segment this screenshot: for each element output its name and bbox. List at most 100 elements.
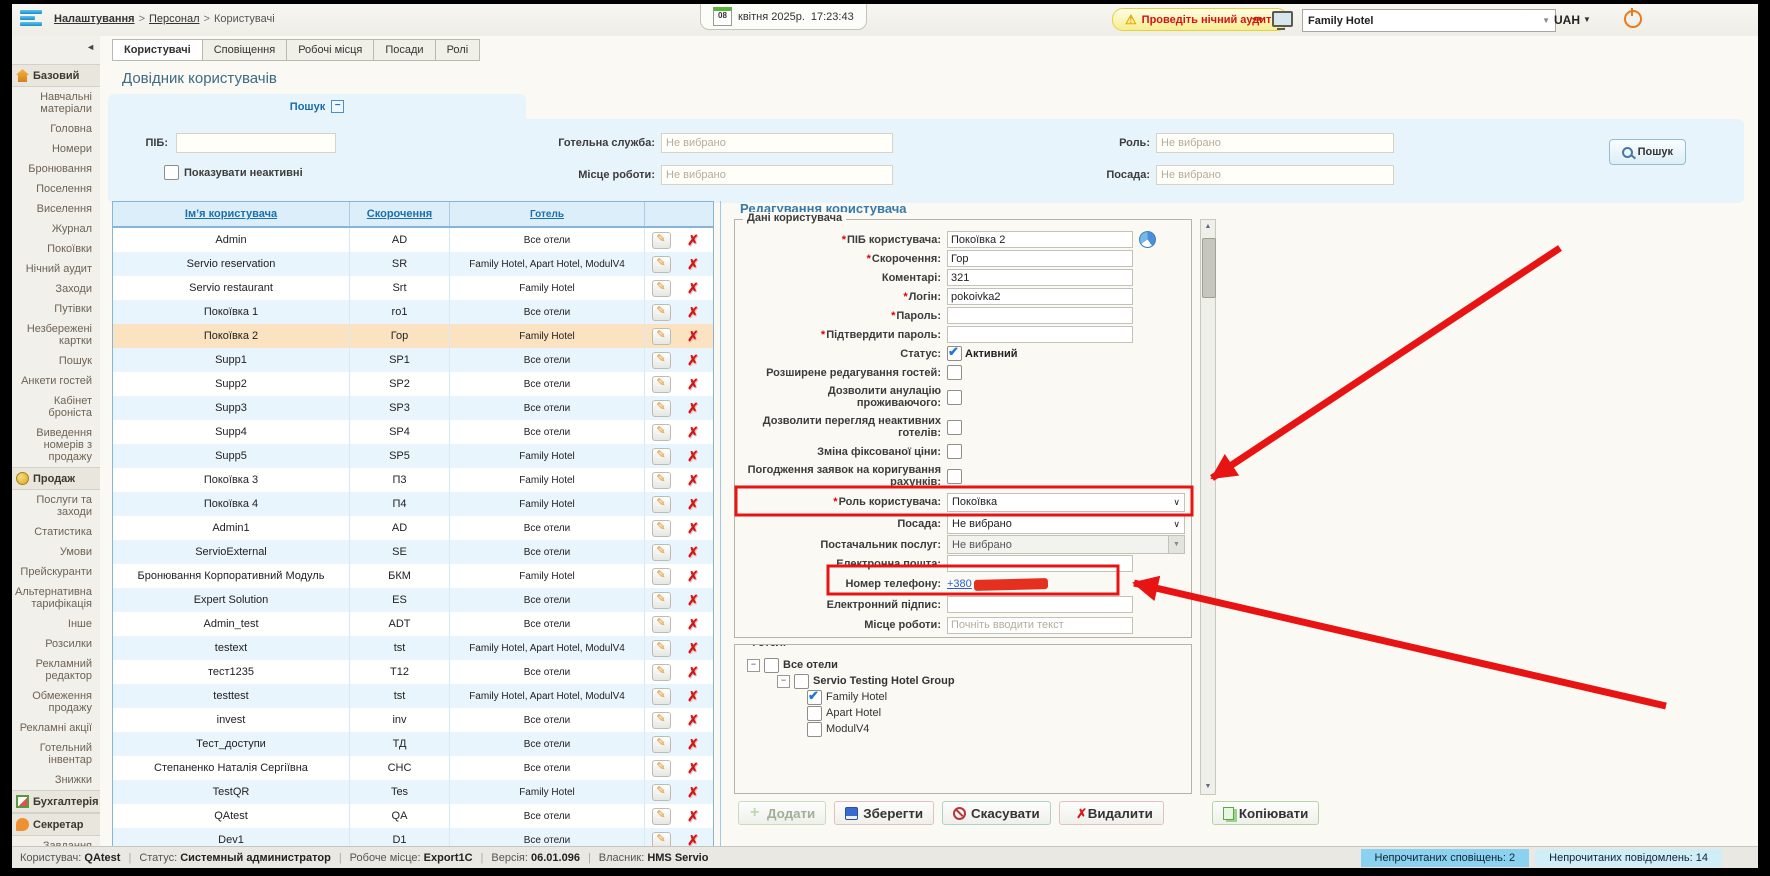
pib-input[interactable] bbox=[176, 133, 336, 153]
edit-icon[interactable] bbox=[652, 400, 671, 417]
delete-icon[interactable]: ✗ bbox=[687, 688, 699, 705]
table-row[interactable]: тест1235Т12Все отели✗ bbox=[113, 660, 713, 684]
table-row[interactable]: Бронювання Корпоративний МодульБКМFamily… bbox=[113, 564, 713, 588]
edit-icon[interactable] bbox=[652, 472, 671, 489]
копіювати-button[interactable]: Копіювати bbox=[1212, 801, 1320, 825]
edit-icon[interactable] bbox=[652, 256, 671, 273]
tab-Робочі місця[interactable]: Робочі місця bbox=[287, 39, 374, 61]
delete-icon[interactable]: ✗ bbox=[687, 304, 699, 321]
table-row[interactable]: testtesttstFamily Hotel, Apart Hotel, Mo… bbox=[113, 684, 713, 708]
sidebar-item[interactable]: Навчальні матеріали bbox=[12, 87, 100, 119]
зберегти-button[interactable]: Зберегти bbox=[834, 801, 934, 825]
hotel-checkbox[interactable] bbox=[807, 690, 822, 705]
field-checkbox[interactable] bbox=[947, 420, 962, 435]
field-input[interactable] bbox=[947, 326, 1133, 343]
field-input[interactable] bbox=[947, 269, 1133, 286]
sidebar-item[interactable]: Анкети гостей bbox=[12, 371, 100, 391]
field-checkbox[interactable] bbox=[947, 444, 962, 459]
sidebar-item[interactable]: Рекламний редактор bbox=[12, 654, 100, 686]
power-logout-icon[interactable] bbox=[1624, 10, 1642, 28]
видалити-button[interactable]: Видалити bbox=[1059, 801, 1164, 825]
column-header-hotel[interactable]: Готель bbox=[450, 202, 645, 226]
field-select[interactable]: Не вибрано∨ bbox=[947, 515, 1185, 534]
sidebar-item[interactable]: Умови bbox=[12, 542, 100, 562]
delete-icon[interactable]: ✗ bbox=[687, 760, 699, 777]
delete-icon[interactable]: ✗ bbox=[687, 520, 699, 537]
edit-icon[interactable] bbox=[652, 616, 671, 633]
tree-expander-icon[interactable]: − bbox=[777, 675, 790, 688]
scrollbar-thumb[interactable] bbox=[1202, 238, 1216, 298]
sidebar-item[interactable]: Нічний аудит bbox=[12, 259, 100, 279]
field-checkbox[interactable] bbox=[947, 390, 962, 405]
hotel-checkbox[interactable] bbox=[764, 658, 779, 673]
delete-icon[interactable]: ✗ bbox=[687, 256, 699, 273]
table-row[interactable]: Expert SolutionESВсе отели✗ bbox=[113, 588, 713, 612]
tree-expander-icon[interactable]: − bbox=[747, 659, 760, 672]
edit-icon[interactable] bbox=[652, 376, 671, 393]
position-input[interactable] bbox=[1156, 165, 1394, 185]
checkbox-icon[interactable] bbox=[164, 165, 179, 180]
delete-icon[interactable]: ✗ bbox=[687, 424, 699, 441]
field-input[interactable] bbox=[947, 617, 1133, 634]
field-input[interactable] bbox=[947, 288, 1133, 305]
column-header-abbreviation[interactable]: Скорочення bbox=[350, 202, 450, 226]
currency-selector[interactable]: UAH ▼ bbox=[1554, 9, 1591, 30]
sidebar-section-header[interactable]: Продаж bbox=[12, 467, 100, 490]
delete-icon[interactable]: ✗ bbox=[687, 352, 699, 369]
hotel-checkbox[interactable] bbox=[807, 722, 822, 737]
delete-icon[interactable]: ✗ bbox=[687, 640, 699, 657]
delete-icon[interactable]: ✗ bbox=[687, 712, 699, 729]
scroll-down-icon[interactable]: ▼ bbox=[1201, 780, 1215, 794]
sidebar-item[interactable]: Рекламні акції bbox=[12, 718, 100, 738]
edit-icon[interactable] bbox=[652, 592, 671, 609]
edit-icon[interactable] bbox=[652, 496, 671, 513]
edit-icon[interactable] bbox=[652, 424, 671, 441]
search-section-tab[interactable]: Пошук − bbox=[108, 94, 526, 119]
field-select[interactable]: Покоївка∨ bbox=[947, 493, 1185, 512]
delete-icon[interactable]: ✗ bbox=[687, 784, 699, 801]
table-row[interactable]: Степаненко Наталія СергіївнаСНСВсе отели… bbox=[113, 756, 713, 780]
table-row[interactable]: QAtestQAВсе отели✗ bbox=[113, 804, 713, 828]
search-button[interactable]: Пошук bbox=[1609, 139, 1686, 165]
field-input[interactable] bbox=[947, 555, 1133, 572]
table-row[interactable]: ServioExternalSEВсе отели✗ bbox=[113, 540, 713, 564]
edit-icon[interactable] bbox=[652, 304, 671, 321]
table-row[interactable]: Admin1ADВсе отели✗ bbox=[113, 516, 713, 540]
sidebar-item[interactable]: Виведення номерів з продажу bbox=[12, 423, 100, 467]
field-checkbox[interactable] bbox=[947, 365, 962, 380]
tab-Посади[interactable]: Посади bbox=[374, 39, 435, 61]
table-row[interactable]: testexttstFamily Hotel, Apart Hotel, Mod… bbox=[113, 636, 713, 660]
delete-icon[interactable]: ✗ bbox=[687, 328, 699, 345]
table-row[interactable]: Servio restaurantSrtFamily Hotel✗ bbox=[113, 276, 713, 300]
sidebar-item[interactable]: Готельний інвентар bbox=[12, 738, 100, 770]
field-checkbox[interactable] bbox=[947, 346, 962, 361]
sidebar-item[interactable]: Альтернативна тарифікація bbox=[12, 582, 100, 614]
sidebar-item[interactable]: Знижки bbox=[12, 770, 100, 790]
table-row[interactable]: Supp1SP1Все отели✗ bbox=[113, 348, 713, 372]
edit-icon[interactable] bbox=[652, 832, 671, 847]
hotel-selector[interactable]: Family Hotel ▼ bbox=[1302, 9, 1556, 32]
delete-icon[interactable]: ✗ bbox=[687, 496, 699, 513]
breadcrumb-settings[interactable]: Налаштування bbox=[54, 13, 135, 25]
sidebar-item[interactable]: Прейскуранти bbox=[12, 562, 100, 582]
delete-icon[interactable]: ✗ bbox=[687, 736, 699, 753]
table-row[interactable]: Покоївка 3П3Family Hotel✗ bbox=[113, 468, 713, 492]
tab-Ролі[interactable]: Ролі bbox=[436, 39, 481, 61]
table-row[interactable]: Покоївка 4П4Family Hotel✗ bbox=[113, 492, 713, 516]
delete-icon[interactable]: ✗ bbox=[687, 232, 699, 249]
sidebar-section-header[interactable]: Секретар bbox=[12, 813, 100, 836]
field-input[interactable] bbox=[947, 307, 1133, 324]
edit-icon[interactable] bbox=[652, 544, 671, 561]
delete-icon[interactable]: ✗ bbox=[687, 280, 699, 297]
workstation-icon[interactable] bbox=[1272, 11, 1293, 27]
sidebar-section-header[interactable]: Бухгалтерія bbox=[12, 790, 100, 813]
delete-icon[interactable]: ✗ bbox=[687, 808, 699, 825]
delete-icon[interactable]: ✗ bbox=[687, 568, 699, 585]
edit-icon[interactable] bbox=[652, 640, 671, 657]
edit-icon[interactable] bbox=[652, 520, 671, 537]
sidebar-item[interactable]: Незбережені картки bbox=[12, 319, 100, 351]
edit-icon[interactable] bbox=[652, 328, 671, 345]
sidebar-item[interactable]: Завдання bbox=[12, 836, 100, 846]
workplace-input[interactable] bbox=[661, 165, 893, 185]
sidebar-item[interactable]: Головна bbox=[12, 119, 100, 139]
